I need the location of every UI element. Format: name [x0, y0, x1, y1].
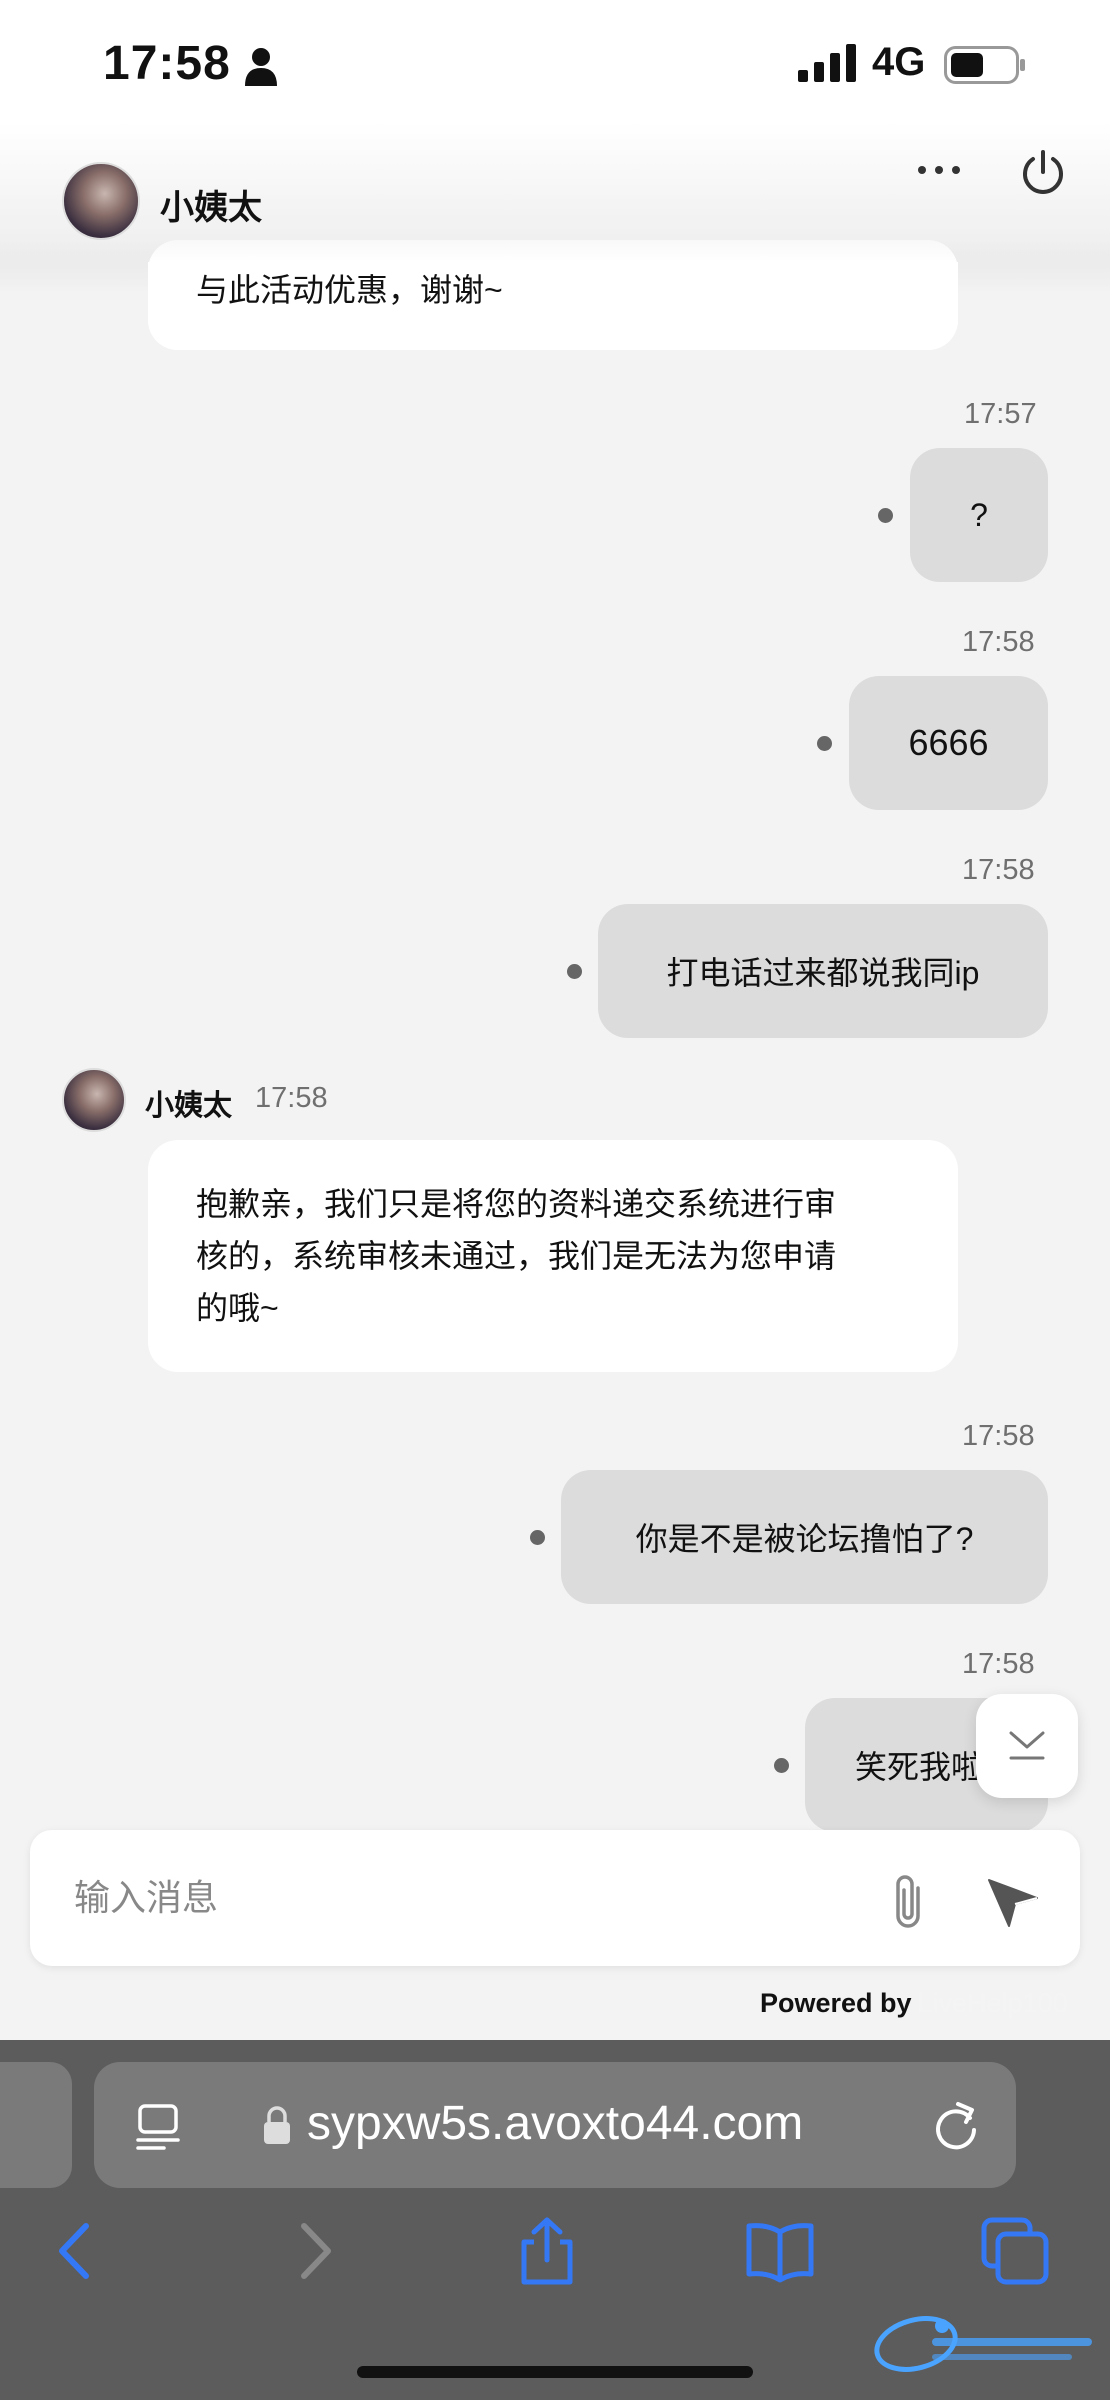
message-timestamp: 17:58: [962, 854, 1035, 886]
back-icon[interactable]: [40, 2216, 110, 2286]
send-icon[interactable]: [985, 1874, 1041, 1930]
message-text: 笑死我啦: [855, 1749, 984, 1785]
message-timestamp: 17:58: [962, 626, 1035, 658]
message-text-line: 的哦~: [196, 1290, 279, 1326]
read-status-dot: [774, 1758, 789, 1773]
battery-icon: [944, 46, 1025, 84]
sender-name: 小姨太: [145, 1090, 233, 1122]
message-text-line: 核的，系统审核未通过，我们是无法为您申请: [196, 1238, 837, 1274]
network-type: 4G: [872, 40, 926, 84]
powered-by: Powered by LiveHelp100: [760, 1988, 1068, 2019]
message-bubble-outgoing: ?: [910, 448, 1048, 582]
message-text: 打电话过来都说我同ip: [666, 955, 980, 991]
scroll-down-icon: [1009, 1731, 1045, 1760]
tabs-icon[interactable]: [980, 2216, 1050, 2286]
read-status-dot: [567, 964, 582, 979]
power-icon[interactable]: [1018, 148, 1068, 198]
forward-icon: [301, 2223, 331, 2279]
previous-tab[interactable]: [0, 2062, 72, 2188]
message-bubble-outgoing: 6666: [849, 676, 1048, 810]
message-text: 你是不是被论坛撸怕了?: [635, 1521, 974, 1557]
message-bubble-outgoing: 打电话过来都说我同ip: [598, 904, 1048, 1038]
message-text: 与此活动优惠，谢谢~: [196, 272, 503, 308]
powered-label: Powered by: [760, 1988, 912, 2018]
watermark-logo: [874, 2316, 1092, 2372]
avatar[interactable]: [62, 1068, 126, 1132]
message-text-line: 抱歉亲，我们只是将您的资料递交系统进行审: [196, 1186, 837, 1222]
header-contact-name: 小姨太: [160, 189, 262, 227]
home-indicator[interactable]: [357, 2366, 753, 2378]
bookmarks-icon[interactable]: [745, 2216, 815, 2286]
message-text: ?: [970, 496, 988, 533]
message-input[interactable]: [74, 1868, 834, 1928]
reader-icon[interactable]: [134, 2102, 182, 2152]
message-bubble-outgoing: 你是不是被论坛撸怕了?: [561, 1470, 1048, 1604]
paperclip-icon[interactable]: [884, 1872, 934, 1932]
message-timestamp: 17:58: [255, 1082, 328, 1114]
message-timestamp: 17:57: [964, 398, 1037, 430]
reload-icon[interactable]: [930, 2098, 982, 2154]
message-text: 6666: [908, 722, 989, 763]
signal-icon: [798, 44, 856, 82]
more-icon[interactable]: [914, 150, 964, 190]
scroll-to-bottom-button[interactable]: [976, 1694, 1078, 1798]
read-status-dot: [530, 1530, 545, 1545]
powered-brand[interactable]: LiveHelp100: [918, 1988, 1068, 2018]
share-icon[interactable]: [512, 2216, 582, 2286]
read-status-dot: [817, 736, 832, 751]
read-status-dot: [878, 508, 893, 523]
url-text[interactable]: sypxw5s.avoxto44.com: [307, 2096, 803, 2151]
person-icon: [245, 48, 277, 86]
message-timestamp: 17:58: [962, 1420, 1035, 1452]
status-time: 17:58: [103, 37, 231, 90]
lock-icon: [264, 2106, 290, 2144]
message-timestamp: 17:58: [962, 1648, 1035, 1680]
header-avatar-image[interactable]: [62, 162, 140, 240]
